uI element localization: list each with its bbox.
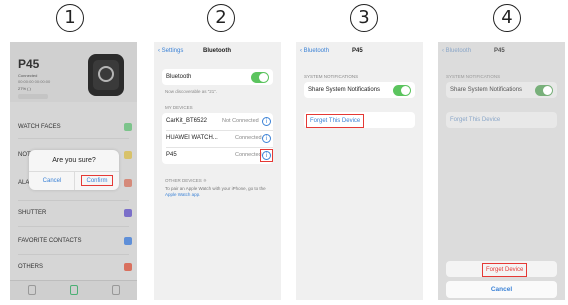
watch-image	[88, 54, 124, 96]
forget-device-button[interactable]: Forget This Device	[306, 114, 365, 128]
back-label: Bluetooth	[303, 48, 330, 54]
divider	[18, 200, 129, 201]
others-icon	[124, 263, 132, 271]
my-devices-header: MY DEVICES	[165, 105, 193, 110]
pair-text: To pair an Apple Watch with your iPhone,…	[165, 186, 266, 191]
discoverable-text: Now discoverable as “21”.	[165, 89, 218, 94]
divider	[18, 226, 129, 227]
sync-button[interactable]	[18, 94, 48, 99]
sheet-cancel-button[interactable]: Cancel	[446, 286, 557, 293]
action-sheet: Forget Device	[446, 261, 557, 277]
other-devices-header: OTHER DEVICES ✵	[165, 178, 207, 184]
bluetooth-toggle[interactable]	[251, 72, 269, 83]
connection-status: Connected	[18, 73, 38, 78]
section-others[interactable]: OTHERS	[18, 264, 43, 270]
step-4-number: 4	[493, 4, 521, 32]
section-alarms[interactable]: ALA	[18, 180, 29, 186]
forget-device-row: Forget This Device	[446, 112, 557, 128]
share-notifications-row: Share System Notifications	[304, 82, 415, 98]
share-notifications-toggle[interactable]	[393, 85, 411, 96]
section-header: SYSTEM NOTIFICATIONS	[446, 74, 501, 79]
info-icon[interactable]: i	[262, 134, 271, 143]
device-name: CarKit_BT6522	[166, 118, 208, 124]
device-status: Connected	[235, 152, 262, 158]
tab-profile-icon[interactable]	[112, 285, 120, 295]
alarm-icon	[124, 179, 132, 187]
notifications-icon	[124, 151, 132, 159]
confirm-dialog: Are you sure? Cancel Confirm	[29, 150, 119, 190]
share-notifications-toggle[interactable]	[535, 85, 553, 96]
apple-watch-app-link[interactable]: Apple Watch app.	[165, 192, 200, 197]
panel-3-device-details: ‹ Bluetooth P45 SYSTEM NOTIFICATIONS Sha…	[296, 42, 423, 300]
panel-2-bluetooth-settings: ‹ Settings Bluetooth Bluetooth Now disco…	[154, 42, 281, 300]
tab-device-icon[interactable]	[28, 285, 36, 295]
device-name: P45	[18, 57, 40, 71]
dialog-title: Are you sure?	[52, 157, 96, 164]
panel-1-watch-app: P45 Connected 00:00:00 00:00:00 27% ( ) …	[10, 42, 137, 300]
device-status: Connected	[235, 135, 262, 141]
my-devices-list: CarKit_BT6522 Not Connected i HUAWEI WAT…	[162, 113, 273, 164]
back-label: Bluetooth	[445, 48, 472, 54]
share-label: Share System Notifications	[308, 87, 381, 93]
bluetooth-row: Bluetooth	[162, 69, 273, 85]
contacts-icon	[124, 237, 132, 245]
step-2-number: 2	[207, 4, 235, 32]
device-mac: 00:00:00 00:00:00	[18, 79, 51, 84]
device-status: Not Connected	[222, 118, 259, 124]
back-settings-button[interactable]: ‹ Settings	[158, 48, 183, 54]
sheet-cancel-row: Cancel	[446, 281, 557, 298]
forget-device-row: Forget This Device	[304, 112, 415, 128]
back-bluetooth-button[interactable]: ‹ Bluetooth	[300, 48, 329, 54]
sheet-forget-device-button[interactable]: Forget Device	[482, 263, 528, 277]
divider	[18, 254, 129, 255]
divider	[18, 138, 129, 139]
section-shutter[interactable]: SHUTTER	[18, 210, 46, 216]
share-notifications-row: Share System Notifications	[446, 82, 557, 98]
device-name: HUAWEI WATCH...	[166, 135, 218, 141]
dialog-cancel-button[interactable]: Cancel	[34, 178, 70, 184]
section-watch-faces[interactable]: WATCH FACES	[18, 124, 61, 130]
step-1-number: 1	[56, 4, 84, 32]
back-bluetooth-button[interactable]: ‹ Bluetooth	[442, 48, 471, 54]
bluetooth-label: Bluetooth	[166, 74, 192, 80]
step-3-number: 3	[350, 4, 378, 32]
pair-instructions: To pair an Apple Watch with your iPhone,…	[165, 186, 273, 198]
page-title: P45	[352, 48, 363, 54]
back-label: Settings	[161, 48, 184, 54]
tab-watch-icon[interactable]	[70, 285, 78, 295]
device-name: P45	[166, 152, 177, 158]
p45-info-icon[interactable]: i	[262, 151, 271, 160]
page-title: P45	[494, 48, 505, 54]
page-title: Bluetooth	[203, 48, 231, 54]
shutter-icon	[124, 209, 132, 217]
battery-level: 27% ( )	[18, 86, 31, 91]
panel-4-forget-confirm: ‹ Bluetooth P45 SYSTEM NOTIFICATIONS Sha…	[438, 42, 565, 300]
loading-spinner-icon: ✵	[203, 178, 207, 183]
dialog-confirm-button[interactable]: Confirm	[81, 175, 113, 186]
share-label: Share System Notifications	[450, 87, 523, 93]
section-header: SYSTEM NOTIFICATIONS	[304, 74, 359, 79]
other-devices-label: OTHER DEVICES	[165, 178, 202, 183]
forget-device-link[interactable]: Forget This Device	[450, 117, 500, 123]
info-icon[interactable]: i	[262, 117, 271, 126]
watch-faces-icon	[124, 123, 132, 131]
section-favorite-contacts[interactable]: FAVORITE CONTACTS	[18, 238, 81, 244]
